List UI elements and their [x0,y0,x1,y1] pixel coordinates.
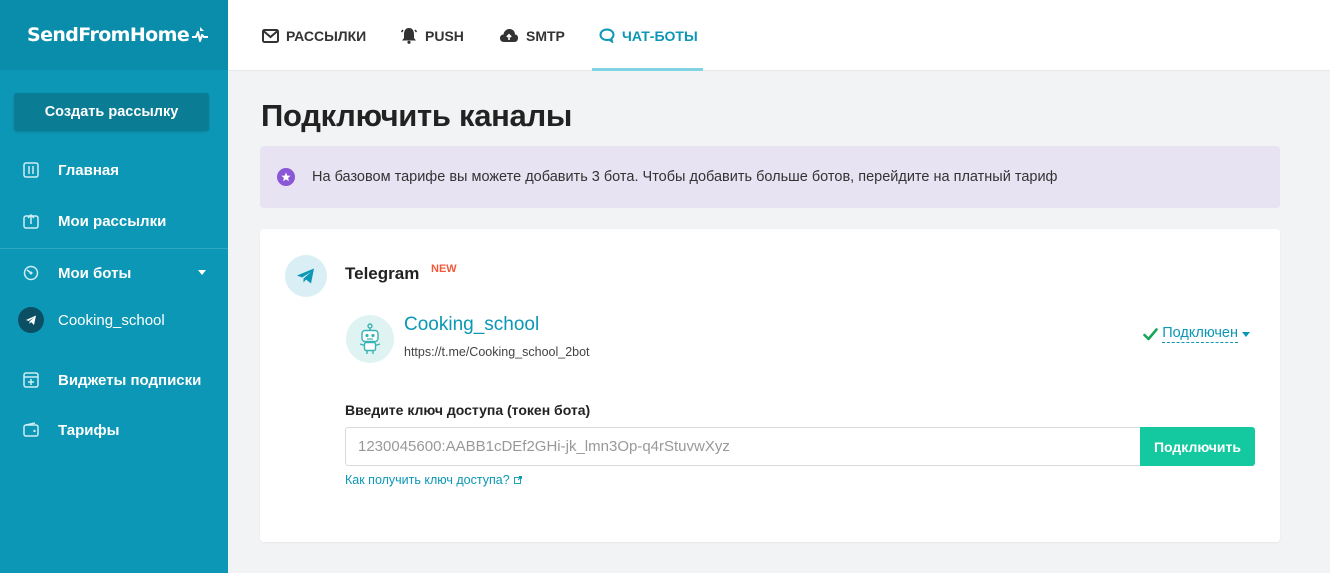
robot-icon [346,315,394,363]
connection-status-dropdown[interactable]: Подключен [1143,325,1250,343]
sidebar-item-label: Виджеты подписки [58,371,202,389]
check-icon [1143,327,1159,341]
sidebar-item-cooking-school[interactable]: Cooking_school [0,305,228,335]
telegram-icon [18,307,44,333]
external-link-icon [513,476,522,484]
new-badge: NEW [431,263,457,275]
telegram-channel-card: Telegram NEW Cooking_school https://t.me… [260,229,1280,542]
sidebar-item-home[interactable]: Главная [0,155,228,185]
token-field-label: Введите ключ доступа (токен бота) [345,402,591,418]
bot-face-icon [22,264,40,282]
sidebar-item-widgets[interactable]: Виджеты подписки [0,365,228,395]
bot-name-link[interactable]: Cooking_school [404,314,539,336]
channel-title: Telegram [345,264,420,283]
tab-label: ЧАТ-БОТЫ [622,27,698,44]
sidebar: SendFromHome Создать рассылку Главная Мо… [0,0,228,573]
tab-label: PUSH [425,27,464,44]
tab-label: РАССЫЛКИ [286,27,367,44]
star-icon [277,168,295,186]
sidebar-item-label: Главная [58,161,120,179]
sidebar-divider [0,248,228,249]
sidebar-item-label: Мои рассылки [58,212,167,230]
bot-token-input[interactable] [345,427,1141,466]
chevron-down-icon[interactable] [198,270,206,275]
telegram-icon [285,255,327,297]
sidebar-item-label: Мои боты [58,264,132,282]
sidebar-item-label: Тарифы [58,421,120,439]
connect-button[interactable]: Подключить [1140,427,1255,466]
page-title: Подключить каналы [261,98,573,133]
active-tab-indicator [592,68,703,71]
tab-chatbots[interactable]: ЧАТ-БОТЫ [599,0,698,71]
status-label: Подключен [1162,325,1238,343]
help-link-text: Как получить ключ доступа? [345,473,510,487]
logo-bar: SendFromHome [0,0,228,70]
cloud-icon [499,28,519,43]
sidebar-item-my-mailings[interactable]: Мои рассылки [0,206,228,236]
chevron-down-icon [1242,331,1250,337]
tab-label: SMTP [526,27,565,44]
notice-text: На базовом тарифе вы можете добавить 3 б… [312,169,1058,185]
sidebar-item-label: Cooking_school [58,311,165,329]
logo[interactable]: SendFromHome [27,24,209,46]
token-help-link[interactable]: Как получить ключ доступа? [345,473,522,487]
sidebar-item-tariffs[interactable]: Тарифы [0,415,228,445]
tab-smtp[interactable]: SMTP [499,0,565,71]
tab-mailings[interactable]: РАССЫЛКИ [262,0,366,71]
plan-notice: На базовом тарифе вы можете добавить 3 б… [260,146,1280,208]
envelope-icon [262,28,279,43]
chat-icon [599,28,615,43]
widget-plus-icon [22,371,40,389]
top-nav: РАССЫЛКИ PUSH SMTP ЧАТ-БОТЫ [228,0,1330,71]
upload-box-icon [22,212,40,230]
sidebar-item-my-bots[interactable]: Мои боты [0,258,228,288]
logo-text: SendFromHome [27,24,190,46]
sliders-icon [22,161,40,179]
wallet-icon [22,421,40,439]
tab-push[interactable]: PUSH [400,0,464,71]
bell-icon [400,27,418,44]
logo-wave-icon [192,27,209,42]
create-mailing-button[interactable]: Создать рассылку [14,93,209,131]
bot-url: https://t.me/Cooking_school_2bot [404,345,590,359]
